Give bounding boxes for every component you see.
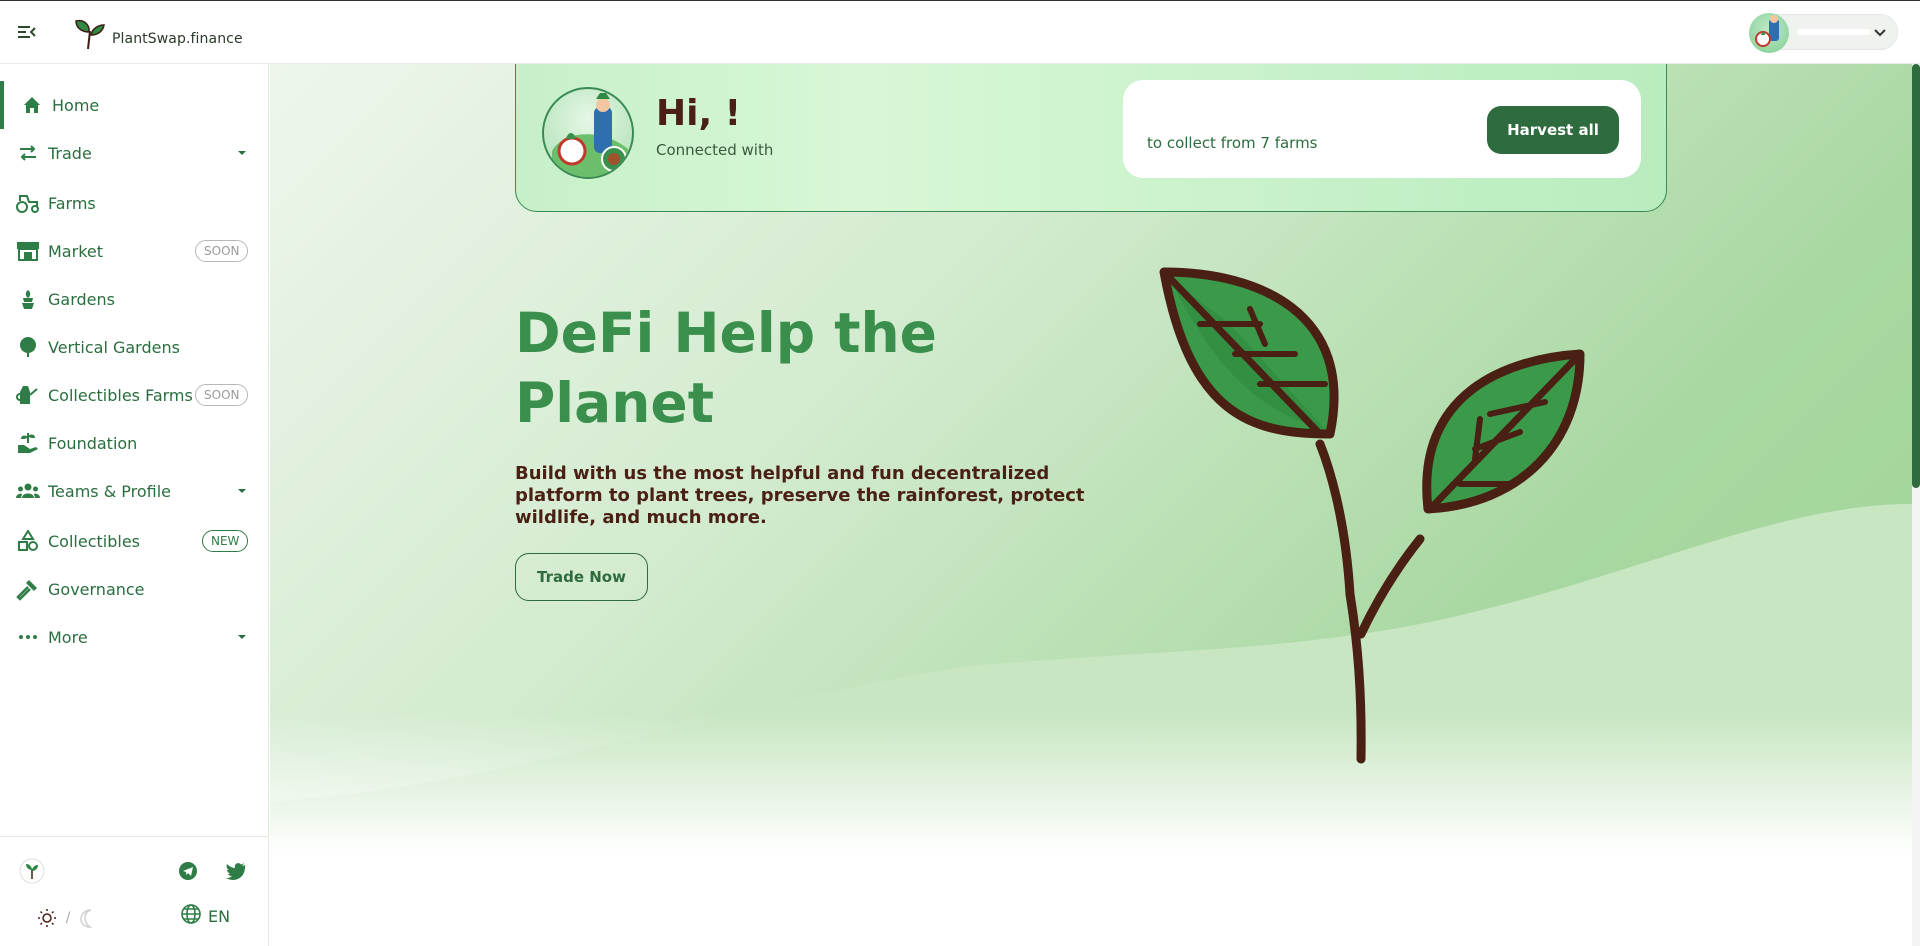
caret-down-icon	[238, 635, 246, 639]
tree-icon	[16, 335, 40, 359]
sidebar-item-governance[interactable]: Governance	[0, 565, 268, 613]
top-bar: PlantSwap.finance	[0, 0, 1920, 64]
market-stall-icon	[16, 239, 40, 263]
caret-down-icon	[238, 489, 246, 493]
swap-arrows-icon	[16, 141, 40, 165]
sidebar-item-label: Governance	[48, 579, 145, 599]
sidebar-item-label: Farms	[48, 193, 96, 213]
soon-badge: SOON	[195, 384, 249, 406]
avatar	[542, 87, 634, 179]
harvest-panel: to collect from 7 farms Harvest all	[1123, 80, 1641, 178]
sidebar-item-label: Home	[52, 95, 100, 115]
hand-sprout-icon	[16, 431, 40, 455]
team-icon	[16, 479, 40, 503]
sidebar-item-label: Gardens	[48, 289, 115, 309]
hero-title-line-1: DeFi Help the	[515, 301, 937, 365]
watering-can-icon	[16, 383, 40, 407]
harvest-info: to collect from 7 farms	[1147, 134, 1318, 152]
menu-collapse-icon[interactable]	[16, 21, 38, 43]
tractor-icon	[16, 191, 40, 215]
telegram-icon[interactable]	[176, 859, 200, 883]
sidebar-item-farms[interactable]: Farms	[0, 179, 268, 227]
plant-sprout-logo	[72, 15, 108, 55]
sidebar-item-label: Collectibles	[48, 531, 140, 551]
bottom-fade	[270, 714, 1912, 946]
plant-token-icon[interactable]	[18, 857, 46, 885]
sprout-illustration	[1159, 267, 1585, 764]
sidebar-item-label: Teams & Profile	[48, 481, 172, 501]
sidebar-item-more[interactable]: More	[0, 613, 268, 661]
language-selector[interactable]: EN	[180, 903, 230, 929]
sidebar-item-label: Trade	[48, 143, 92, 163]
gavel-icon	[16, 577, 40, 601]
hero-subtitle: Build with us the most helpful and fun d…	[515, 463, 1085, 528]
sidebar-item-vertical-gardens[interactable]: Vertical Gardens	[0, 323, 268, 371]
brand-logo[interactable]: PlantSwap.finance	[72, 15, 243, 55]
sidebar-item-collectibles-farms[interactable]: Collectibles Farms SOON	[0, 371, 268, 419]
sidebar-item-market[interactable]: Market SOON	[0, 227, 268, 275]
sidebar-item-gardens[interactable]: Gardens	[0, 275, 268, 323]
new-badge: NEW	[202, 530, 249, 552]
sidebar-item-label: Vertical Gardens	[48, 337, 180, 357]
avatar	[1749, 13, 1789, 53]
globe-icon	[180, 903, 202, 929]
greeting-card: Hi, ! Connected with to collect from 7 f…	[515, 64, 1667, 212]
caret-down-icon	[238, 151, 246, 155]
hero-title: DeFi Help the Planet	[515, 298, 985, 438]
greeting-subtitle: Connected with	[656, 141, 774, 159]
profile-menu-button[interactable]	[1749, 13, 1898, 53]
sidebar-item-home[interactable]: Home	[0, 81, 268, 129]
sun-icon[interactable]	[36, 907, 58, 929]
harvest-all-button[interactable]: Harvest all	[1487, 106, 1619, 154]
shapes-icon	[16, 529, 40, 553]
chevron-down-icon	[1873, 25, 1887, 44]
sidebar-item-label: Market	[48, 241, 103, 261]
sidebar-item-collectibles[interactable]: Collectibles NEW	[0, 517, 268, 565]
wallet-address-placeholder	[1797, 29, 1871, 35]
greeting-title: Hi, !	[656, 93, 742, 134]
trade-now-button[interactable]: Trade Now	[515, 553, 648, 601]
scrollbar-thumb[interactable]	[1912, 64, 1920, 488]
sidebar-item-teams-profile[interactable]: Teams & Profile	[0, 467, 268, 515]
language-code: EN	[208, 906, 231, 926]
sidebar-footer: / EN	[0, 836, 268, 946]
potted-plant-icon	[16, 287, 40, 311]
home-icon	[20, 93, 44, 117]
hero-title-line-2: Planet	[515, 371, 715, 435]
brand-name: PlantSwap.finance	[112, 31, 243, 47]
sidebar: Home Trade Farms Market SOON Gardens Ver…	[0, 64, 269, 946]
more-dots-icon	[16, 625, 40, 649]
main-content: Hi, ! Connected with to collect from 7 f…	[270, 64, 1912, 946]
twitter-icon[interactable]	[224, 859, 248, 883]
sidebar-item-foundation[interactable]: Foundation	[0, 419, 268, 467]
soon-badge: SOON	[195, 240, 249, 262]
sidebar-item-label: More	[48, 627, 88, 647]
moon-icon[interactable]	[76, 907, 98, 929]
theme-separator: /	[65, 910, 71, 926]
sidebar-item-trade[interactable]: Trade	[0, 129, 268, 177]
sidebar-item-label: Foundation	[48, 433, 138, 453]
sidebar-item-label: Collectibles Farms	[48, 385, 193, 405]
